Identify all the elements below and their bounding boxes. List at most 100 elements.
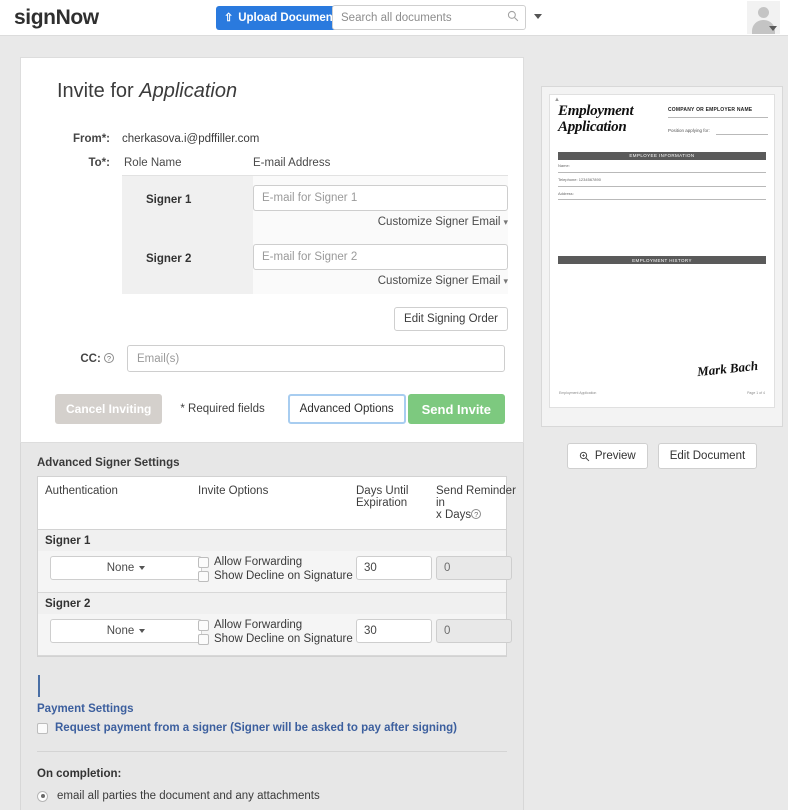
document-company-label: COMPANY OR EMPLOYER NAME — [668, 107, 753, 113]
advanced-settings-table: Authentication Invite Options Days Until… — [37, 476, 516, 657]
to-row: To*: Role Name E-mail Address Signer 1 C… — [39, 157, 508, 331]
help-circle-icon[interactable]: ? — [104, 352, 114, 363]
document-footer-right: Page 1 of 4 — [747, 391, 765, 395]
primary-actions: Advanced Options Send Invite — [287, 394, 505, 424]
user-avatar[interactable] — [747, 1, 780, 34]
cc-email-input[interactable] — [127, 345, 505, 372]
signer-2-reminder-cell — [436, 619, 521, 643]
signer-2-authentication-select[interactable]: None — [50, 619, 202, 643]
from-email-value: cherkasova.i@pdffiller.com — [122, 133, 260, 145]
signer-1-role-name: Signer 1 — [122, 176, 253, 235]
section-accent-marker — [38, 675, 40, 697]
signer-2-customize-email-toggle[interactable]: Customize Signer Email ▾ — [253, 270, 508, 294]
table-row: Signer 2 Customize Signer Email▾ — [122, 235, 508, 294]
advanced-signer-1-header: Signer 1 — [38, 530, 506, 551]
search-filter-chevron-down-icon[interactable] — [534, 14, 542, 19]
completion-option-1-radio[interactable] — [37, 790, 48, 802]
app-logo[interactable]: signNow — [14, 6, 99, 30]
signer-1-auth-cell: None — [38, 556, 202, 580]
advanced-options-button[interactable]: Advanced Options — [287, 394, 406, 424]
from-label: From*: — [72, 133, 110, 145]
preview-button[interactable]: Preview — [566, 443, 648, 469]
document-rule — [668, 117, 768, 118]
document-corner-mark: ▲ — [554, 97, 560, 103]
account-menu-chevron-down-icon[interactable] — [769, 26, 777, 31]
document-footer-center: Employment Application — [559, 391, 597, 395]
reminder-header-line-2-text: x Days — [436, 509, 472, 521]
signer-1-days-until-expiration-input[interactable] — [356, 556, 432, 580]
help-circle-icon[interactable]: ? — [471, 509, 482, 519]
page-body: Invite for Application From*: cherkasova… — [0, 36, 788, 810]
preview-button-label: Preview — [594, 450, 636, 462]
advanced-signer-2-header: Signer 2 — [38, 593, 506, 614]
chevron-down-icon — [139, 629, 146, 633]
signer-1-days-cell — [356, 556, 436, 580]
edit-document-label: Edit Document — [669, 450, 746, 462]
column-header-email-address: E-mail Address — [253, 157, 331, 169]
from-row: From*: cherkasova.i@pdffiller.com — [39, 133, 505, 145]
document-history-text — [558, 267, 766, 349]
signer-2-show-decline-label: Show Decline on Signature — [214, 633, 353, 645]
completion-option-1[interactable]: email all parties the document and any a… — [37, 790, 507, 802]
signer-1-authentication-select[interactable]: None — [50, 556, 202, 580]
document-rule — [558, 198, 766, 200]
payment-request-row: Request payment from a signer (Signer wi… — [37, 722, 507, 734]
signer-1-allow-forwarding-row: Allow Forwarding — [198, 556, 356, 568]
search-icon — [507, 10, 519, 22]
document-position-label: Position applying for: — [668, 128, 710, 133]
cc-label: CC: ? — [39, 352, 122, 365]
invite-column: Invite for Application From*: cherkasova… — [20, 57, 524, 810]
column-header-send-reminder: Send Reminder in x Days? — [436, 485, 521, 521]
invite-card: Invite for Application From*: cherkasova… — [20, 57, 524, 443]
page-title-prefix: Invite for — [57, 80, 140, 102]
signer-1-allow-forwarding-checkbox[interactable] — [198, 556, 209, 568]
column-header-role-name: Role Name — [124, 157, 182, 169]
advanced-settings-title: Advanced Signer Settings — [37, 457, 180, 469]
chevron-down-icon: ▾ — [503, 276, 508, 286]
required-fields-note: * Required fields — [180, 403, 265, 415]
signer-2-allow-forwarding-row: Allow Forwarding — [198, 619, 356, 631]
magnifier-icon — [579, 451, 590, 461]
signer-2-allow-forwarding-checkbox[interactable] — [198, 619, 209, 631]
signer-1-send-reminder-input[interactable] — [436, 556, 512, 580]
table-row: None Allow Forwarding Show Decline on Si… — [38, 614, 512, 656]
edit-signing-order-button[interactable]: Edit Signing Order — [394, 307, 508, 331]
column-header-days-until-expiration: Days Until Expiration — [356, 485, 436, 521]
signing-order-row: Edit Signing Order — [122, 307, 508, 331]
cc-row: CC: ? — [39, 345, 505, 372]
request-payment-checkbox[interactable] — [37, 722, 48, 734]
section-divider — [37, 751, 507, 752]
document-address-label: Address: — [558, 190, 574, 196]
document-signature: Mark Bach — [696, 357, 759, 380]
signer-2-show-decline-checkbox[interactable] — [198, 633, 209, 645]
cancel-inviting-button[interactable]: Cancel Inviting — [55, 394, 163, 424]
signer-1-show-decline-checkbox[interactable] — [198, 570, 209, 582]
signer-2-invite-options-cell: Allow Forwarding Show Decline on Signatu… — [198, 619, 356, 647]
document-band-personal: EMPLOYEE INFORMATION — [558, 151, 766, 160]
reminder-header-line-1: Send Reminder in — [436, 485, 516, 509]
upload-document-button[interactable]: ⇧ Upload Document — [216, 6, 346, 30]
signer-2-send-reminder-input[interactable] — [436, 619, 512, 643]
document-thumbnail[interactable]: ▲ Employment COMPANY OR EMPLOYER NAME Ap… — [549, 94, 775, 408]
signer-2-customize-email-label: Customize Signer Email — [377, 275, 501, 287]
signer-1-customize-email-toggle[interactable]: Customize Signer Email ▾ — [253, 211, 508, 235]
cc-label-text: CC: — [80, 352, 101, 365]
signer-2-email-cell: Customize Signer Email▾ — [253, 235, 508, 294]
search-input[interactable] — [332, 5, 526, 30]
send-invite-button[interactable]: Send Invite — [407, 394, 505, 424]
table-row: None Allow Forwarding Show Decline on Si… — [38, 551, 512, 593]
upload-icon: ⇧ — [224, 11, 234, 24]
document-telephone-row: Telephone: 1234567890 — [558, 177, 766, 182]
signer-1-authentication-value: None — [106, 562, 135, 574]
document-name-label: Name: — [558, 162, 570, 168]
edit-document-button[interactable]: Edit Document — [657, 443, 758, 469]
chevron-down-icon: ▾ — [503, 217, 508, 227]
signer-2-email-input[interactable] — [253, 244, 508, 270]
signer-2-days-until-expiration-input[interactable] — [356, 619, 432, 643]
on-completion-title: On completion: — [37, 768, 122, 780]
reminder-header-line-2: x Days? — [436, 509, 521, 521]
signer-1-email-input[interactable] — [253, 185, 508, 211]
page-title-document: Application — [139, 80, 238, 102]
document-rule — [558, 171, 766, 173]
completion-option-1-label: email all parties the document and any a… — [57, 790, 320, 802]
